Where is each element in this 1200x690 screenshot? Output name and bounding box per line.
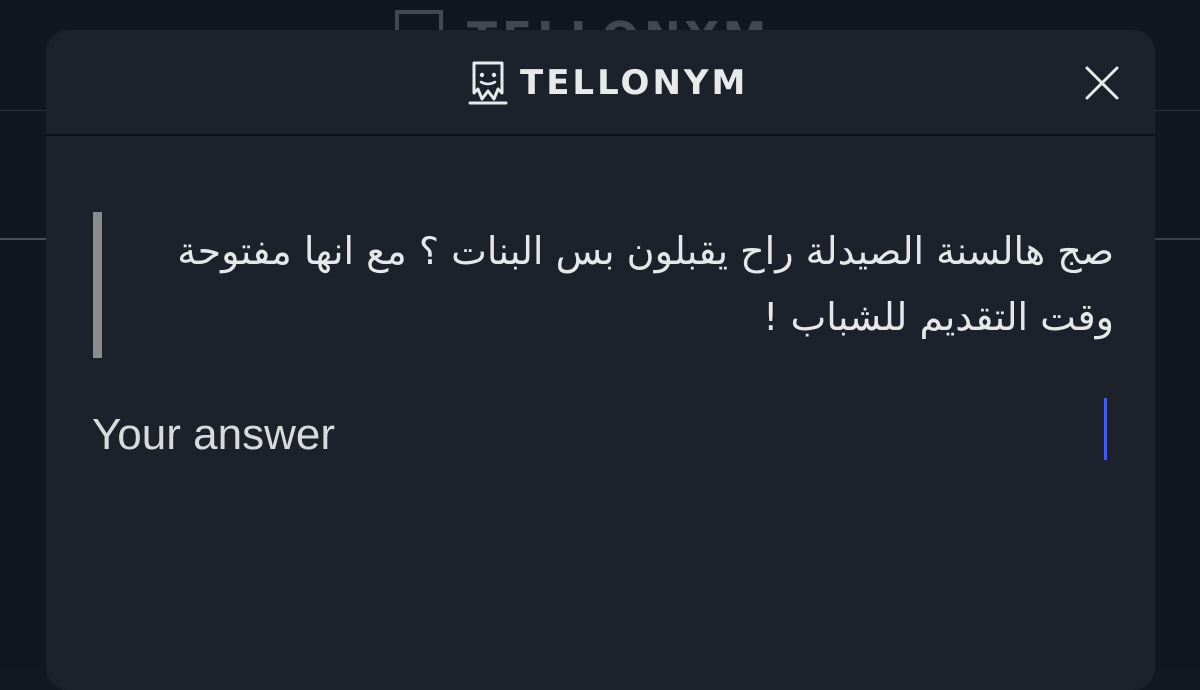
background-divider-right <box>1155 238 1200 240</box>
tellonym-face-icon <box>468 61 508 105</box>
modal-header: TELLONYM <box>46 30 1155 136</box>
text-cursor <box>1104 398 1107 460</box>
tell-quote: صج هالسنة الصيدلة راح يقبلون بس البنات ؟… <box>93 212 1114 358</box>
answer-input[interactable] <box>92 400 1112 470</box>
brand-logo: TELLONYM <box>468 59 748 107</box>
close-button[interactable] <box>1082 63 1122 103</box>
background-divider-left <box>0 238 46 240</box>
answer-modal: TELLONYM صج هالسنة الصيدلة راح يقبلون بس… <box>46 30 1155 690</box>
tell-text: صج هالسنة الصيدلة راح يقبلون بس البنات ؟… <box>177 229 1114 339</box>
brand-name: TELLONYM <box>520 63 749 103</box>
close-icon <box>1085 66 1119 100</box>
